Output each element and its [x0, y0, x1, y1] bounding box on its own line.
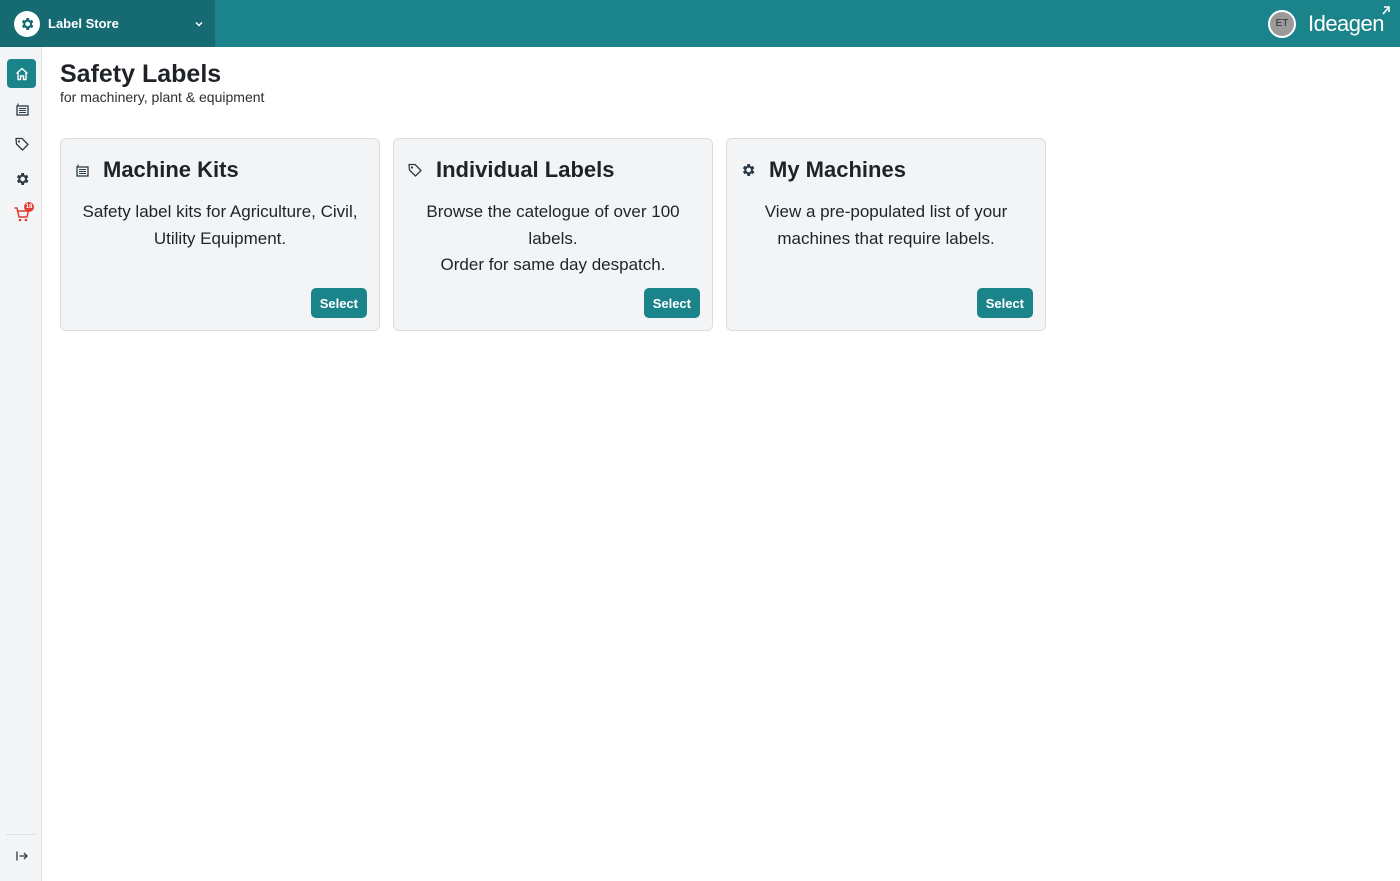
gear-icon [739, 161, 757, 179]
card-description-line: View a pre-populated list of your machin… [764, 202, 1008, 248]
card-description-line: Order for same day despatch. [440, 255, 666, 274]
card-machine-kits: Machine Kits Safety label kits for Agric… [60, 138, 380, 331]
tag-icon [14, 137, 29, 151]
app-logo-icon [14, 10, 40, 37]
my-machines-select-button[interactable]: Select [976, 288, 1033, 318]
page-subtitle: for machinery, plant & equipment [60, 89, 265, 105]
machine-kits-select-button[interactable]: Select [310, 288, 367, 318]
card-individual-labels: Individual Labels Browse the catelogue o… [393, 138, 713, 331]
sidebar-item-home[interactable] [7, 59, 36, 88]
card-description: Safety label kits for Agriculture, Civil… [69, 199, 371, 252]
gear-icon [16, 172, 28, 185]
sidebar-item-labels[interactable] [7, 129, 36, 158]
brand-name: Ideagen [1307, 10, 1385, 36]
brand-mark-icon [1382, 5, 1390, 15]
sidebar-expand-button[interactable] [7, 841, 36, 870]
card-title: Machine Kits [103, 157, 239, 182]
page-title: Safety Labels [60, 60, 222, 88]
sidebar: 18 [0, 47, 42, 881]
card-description-line: Browse the catelogue of over 100 labels. [426, 202, 680, 248]
chevron-down-icon [193, 18, 205, 30]
card-my-machines: My Machines View a pre-populated list of… [726, 138, 1046, 331]
card-title: Individual Labels [436, 157, 615, 182]
card-title: My Machines [769, 157, 906, 182]
cart-count-badge: 18 [24, 202, 34, 212]
sidebar-divider [6, 834, 36, 835]
tag-icon [406, 161, 424, 179]
brand-logo: Ideagen [1307, 5, 1390, 37]
individual-labels-select-button[interactable]: Select [643, 288, 700, 318]
card-description-line: Safety label kits for Agriculture, Civil… [82, 202, 358, 248]
list-icon [15, 103, 29, 116]
card-description: View a pre-populated list of your machin… [735, 199, 1037, 252]
expand-sidebar-icon [15, 851, 28, 860]
app-name: Label Store [48, 16, 119, 31]
list-icon [73, 161, 91, 179]
top-bar: Label Store ET Ideagen [0, 0, 1400, 47]
sidebar-item-cart[interactable]: 18 [7, 199, 36, 228]
home-icon [15, 67, 28, 80]
app-switcher[interactable]: Label Store [0, 0, 215, 47]
sidebar-item-machines[interactable] [7, 164, 36, 193]
card-description: Browse the catelogue of over 100 labels.… [402, 199, 704, 279]
sidebar-item-machine-kits[interactable] [7, 94, 36, 123]
user-avatar[interactable]: ET [1267, 9, 1296, 38]
